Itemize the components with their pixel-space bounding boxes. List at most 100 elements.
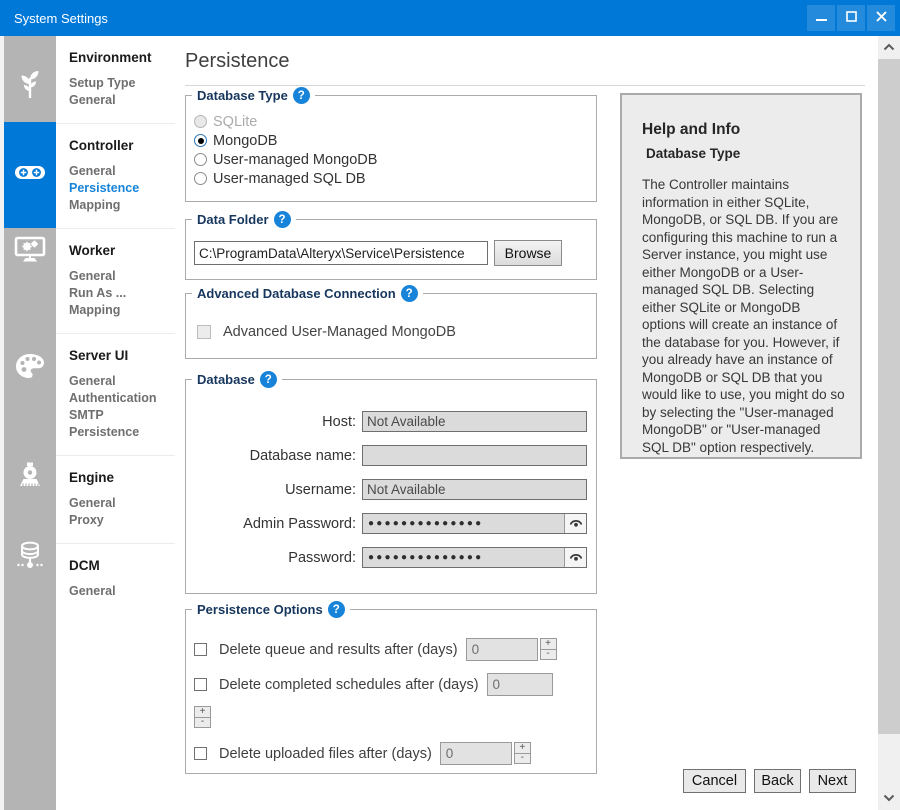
window-controls: [807, 5, 895, 31]
advanced-mongodb-label: Advanced User-Managed MongoDB: [223, 324, 456, 340]
nav-item-controller-persistence[interactable]: Persistence: [69, 180, 175, 197]
radio-user-managed-sql-db[interactable]: User-managed SQL DB: [194, 169, 596, 188]
help-icon[interactable]: ?: [274, 211, 291, 228]
scroll-up-button[interactable]: [878, 36, 900, 58]
delete-queue-days-input: 0: [466, 638, 538, 661]
back-button[interactable]: Back: [754, 769, 801, 793]
radio-button-icon: [194, 153, 207, 166]
advanced-connection-fieldset: Advanced Database Connection ? Advanced …: [185, 293, 597, 359]
browse-button[interactable]: Browse: [494, 240, 562, 266]
delete-queue-row: Delete queue and results after (days) 0 …: [194, 638, 596, 661]
username-field: Not Available: [362, 479, 587, 500]
delete-schedules-checkbox[interactable]: [194, 678, 207, 691]
delete-schedules-days-spinner: + -: [194, 706, 596, 728]
spin-down-button: -: [194, 717, 211, 729]
nav-item-environment-setup-type[interactable]: Setup Type: [69, 75, 175, 92]
minimize-icon: [816, 9, 827, 27]
advanced-mongodb-checkbox: [197, 325, 211, 339]
eye-reveal-icon: [569, 516, 583, 531]
maximize-button[interactable]: [837, 5, 865, 31]
help-panel-title: Help and Info: [642, 121, 846, 139]
help-icon[interactable]: ?: [401, 285, 418, 302]
help-icon[interactable]: ?: [260, 371, 277, 388]
password-row: Password: ●●●●●●●●●●●●●●: [186, 546, 596, 569]
palette-icon: [15, 353, 45, 384]
radio-user-managed-mongodb-label: User-managed MongoDB: [213, 152, 377, 168]
next-button[interactable]: Next: [809, 769, 856, 793]
nav-item-server-ui-general[interactable]: General: [69, 373, 175, 390]
data-folder-fieldset: Data Folder ? Browse: [185, 219, 597, 280]
nav-item-worker-run-as[interactable]: Run As ...: [69, 285, 175, 302]
nav-item-server-ui-smtp[interactable]: SMTP: [69, 407, 175, 424]
nav-item-server-ui-persistence[interactable]: Persistence: [69, 424, 175, 441]
delete-uploads-days-input: 0: [440, 742, 512, 765]
admin-password-row: Admin Password: ●●●●●●●●●●●●●●: [186, 512, 596, 535]
radio-sqlite-label: SQLite: [213, 114, 257, 130]
radio-mongodb[interactable]: MongoDB: [194, 131, 596, 150]
persistence-options-fieldset: Persistence Options ? Delete queue and r…: [185, 609, 597, 774]
database-fields: Host: Not Available Database name: Usern…: [186, 380, 596, 569]
help-panel-subtitle: Database Type: [646, 146, 846, 161]
advanced-connection-legend: Advanced Database Connection ?: [192, 285, 423, 302]
scroll-down-button[interactable]: [878, 787, 900, 809]
nav-item-worker-mapping[interactable]: Mapping: [69, 302, 175, 319]
nav-item-engine-proxy[interactable]: Proxy: [69, 512, 175, 529]
data-folder-row: Browse: [194, 240, 596, 266]
data-folder-legend: Data Folder ?: [192, 211, 296, 228]
eye-reveal-icon: [569, 550, 583, 565]
titlebar: System Settings: [0, 0, 900, 36]
radio-mongodb-label: MongoDB: [213, 133, 277, 149]
nav-section-environment: Environment Setup Type General: [56, 36, 175, 124]
nav-header-environment: Environment: [69, 50, 175, 65]
database-node-icon: [16, 541, 44, 576]
data-folder-input[interactable]: [194, 241, 488, 265]
database-legend: Database ?: [192, 371, 282, 388]
delete-queue-checkbox[interactable]: [194, 643, 207, 656]
password-field: ●●●●●●●●●●●●●●: [362, 547, 587, 568]
delete-uploads-label: Delete uploaded files after (days): [219, 746, 432, 762]
sidebar-item-server-ui[interactable]: [4, 338, 56, 398]
nav-item-engine-general[interactable]: General: [69, 495, 175, 512]
password-reveal-button[interactable]: [564, 548, 586, 567]
help-panel: Help and Info Database Type The Controll…: [620, 93, 862, 459]
nav-header-dcm: DCM: [69, 558, 175, 573]
nav-item-environment-general[interactable]: General: [69, 92, 175, 109]
help-icon[interactable]: ?: [293, 87, 310, 104]
nav-item-controller-general[interactable]: General: [69, 163, 175, 180]
minimize-button[interactable]: [807, 5, 835, 31]
scrollbar-thumb[interactable]: [878, 59, 900, 734]
database-legend-text: Database: [197, 372, 255, 387]
radio-user-managed-sql-db-label: User-managed SQL DB: [213, 171, 366, 187]
sidebar-item-controller[interactable]: [4, 122, 56, 228]
nav-item-dcm-general[interactable]: General: [69, 583, 175, 600]
nav-header-engine: Engine: [69, 470, 175, 485]
password-reveal-button[interactable]: [564, 514, 586, 533]
help-panel-body: The Controller maintains information in …: [642, 176, 846, 456]
delete-queue-days-spinner: + -: [540, 638, 557, 661]
help-icon[interactable]: ?: [328, 601, 345, 618]
delete-queue-label: Delete queue and results after (days): [219, 642, 458, 658]
spin-down-button: -: [540, 649, 557, 661]
nav-item-worker-general[interactable]: General: [69, 268, 175, 285]
admin-password-label: Admin Password:: [186, 516, 356, 532]
nav-item-server-ui-authentication[interactable]: Authentication: [69, 390, 175, 407]
radio-sqlite: SQLite: [194, 112, 596, 131]
radio-user-managed-mongodb[interactable]: User-managed MongoDB: [194, 150, 596, 169]
sidebar-item-engine[interactable]: [4, 448, 56, 508]
database-name-label: Database name:: [186, 448, 356, 464]
train-icon: [16, 462, 44, 495]
host-row: Host: Not Available: [186, 410, 596, 433]
delete-uploads-checkbox[interactable]: [194, 747, 207, 760]
sidebar-item-dcm[interactable]: [4, 528, 56, 588]
nav-item-controller-mapping[interactable]: Mapping: [69, 197, 175, 214]
nav-header-controller: Controller: [69, 138, 175, 153]
radio-button-icon: [194, 134, 207, 147]
sidebar-item-environment[interactable]: [4, 52, 56, 120]
nav-header-worker: Worker: [69, 243, 175, 258]
cancel-button[interactable]: Cancel: [683, 769, 746, 793]
close-button[interactable]: [867, 5, 895, 31]
vertical-scrollbar[interactable]: [878, 36, 900, 810]
password-label: Password:: [186, 550, 356, 566]
admin-password-field: ●●●●●●●●●●●●●●: [362, 513, 587, 534]
sidebar-item-worker[interactable]: [4, 222, 56, 282]
